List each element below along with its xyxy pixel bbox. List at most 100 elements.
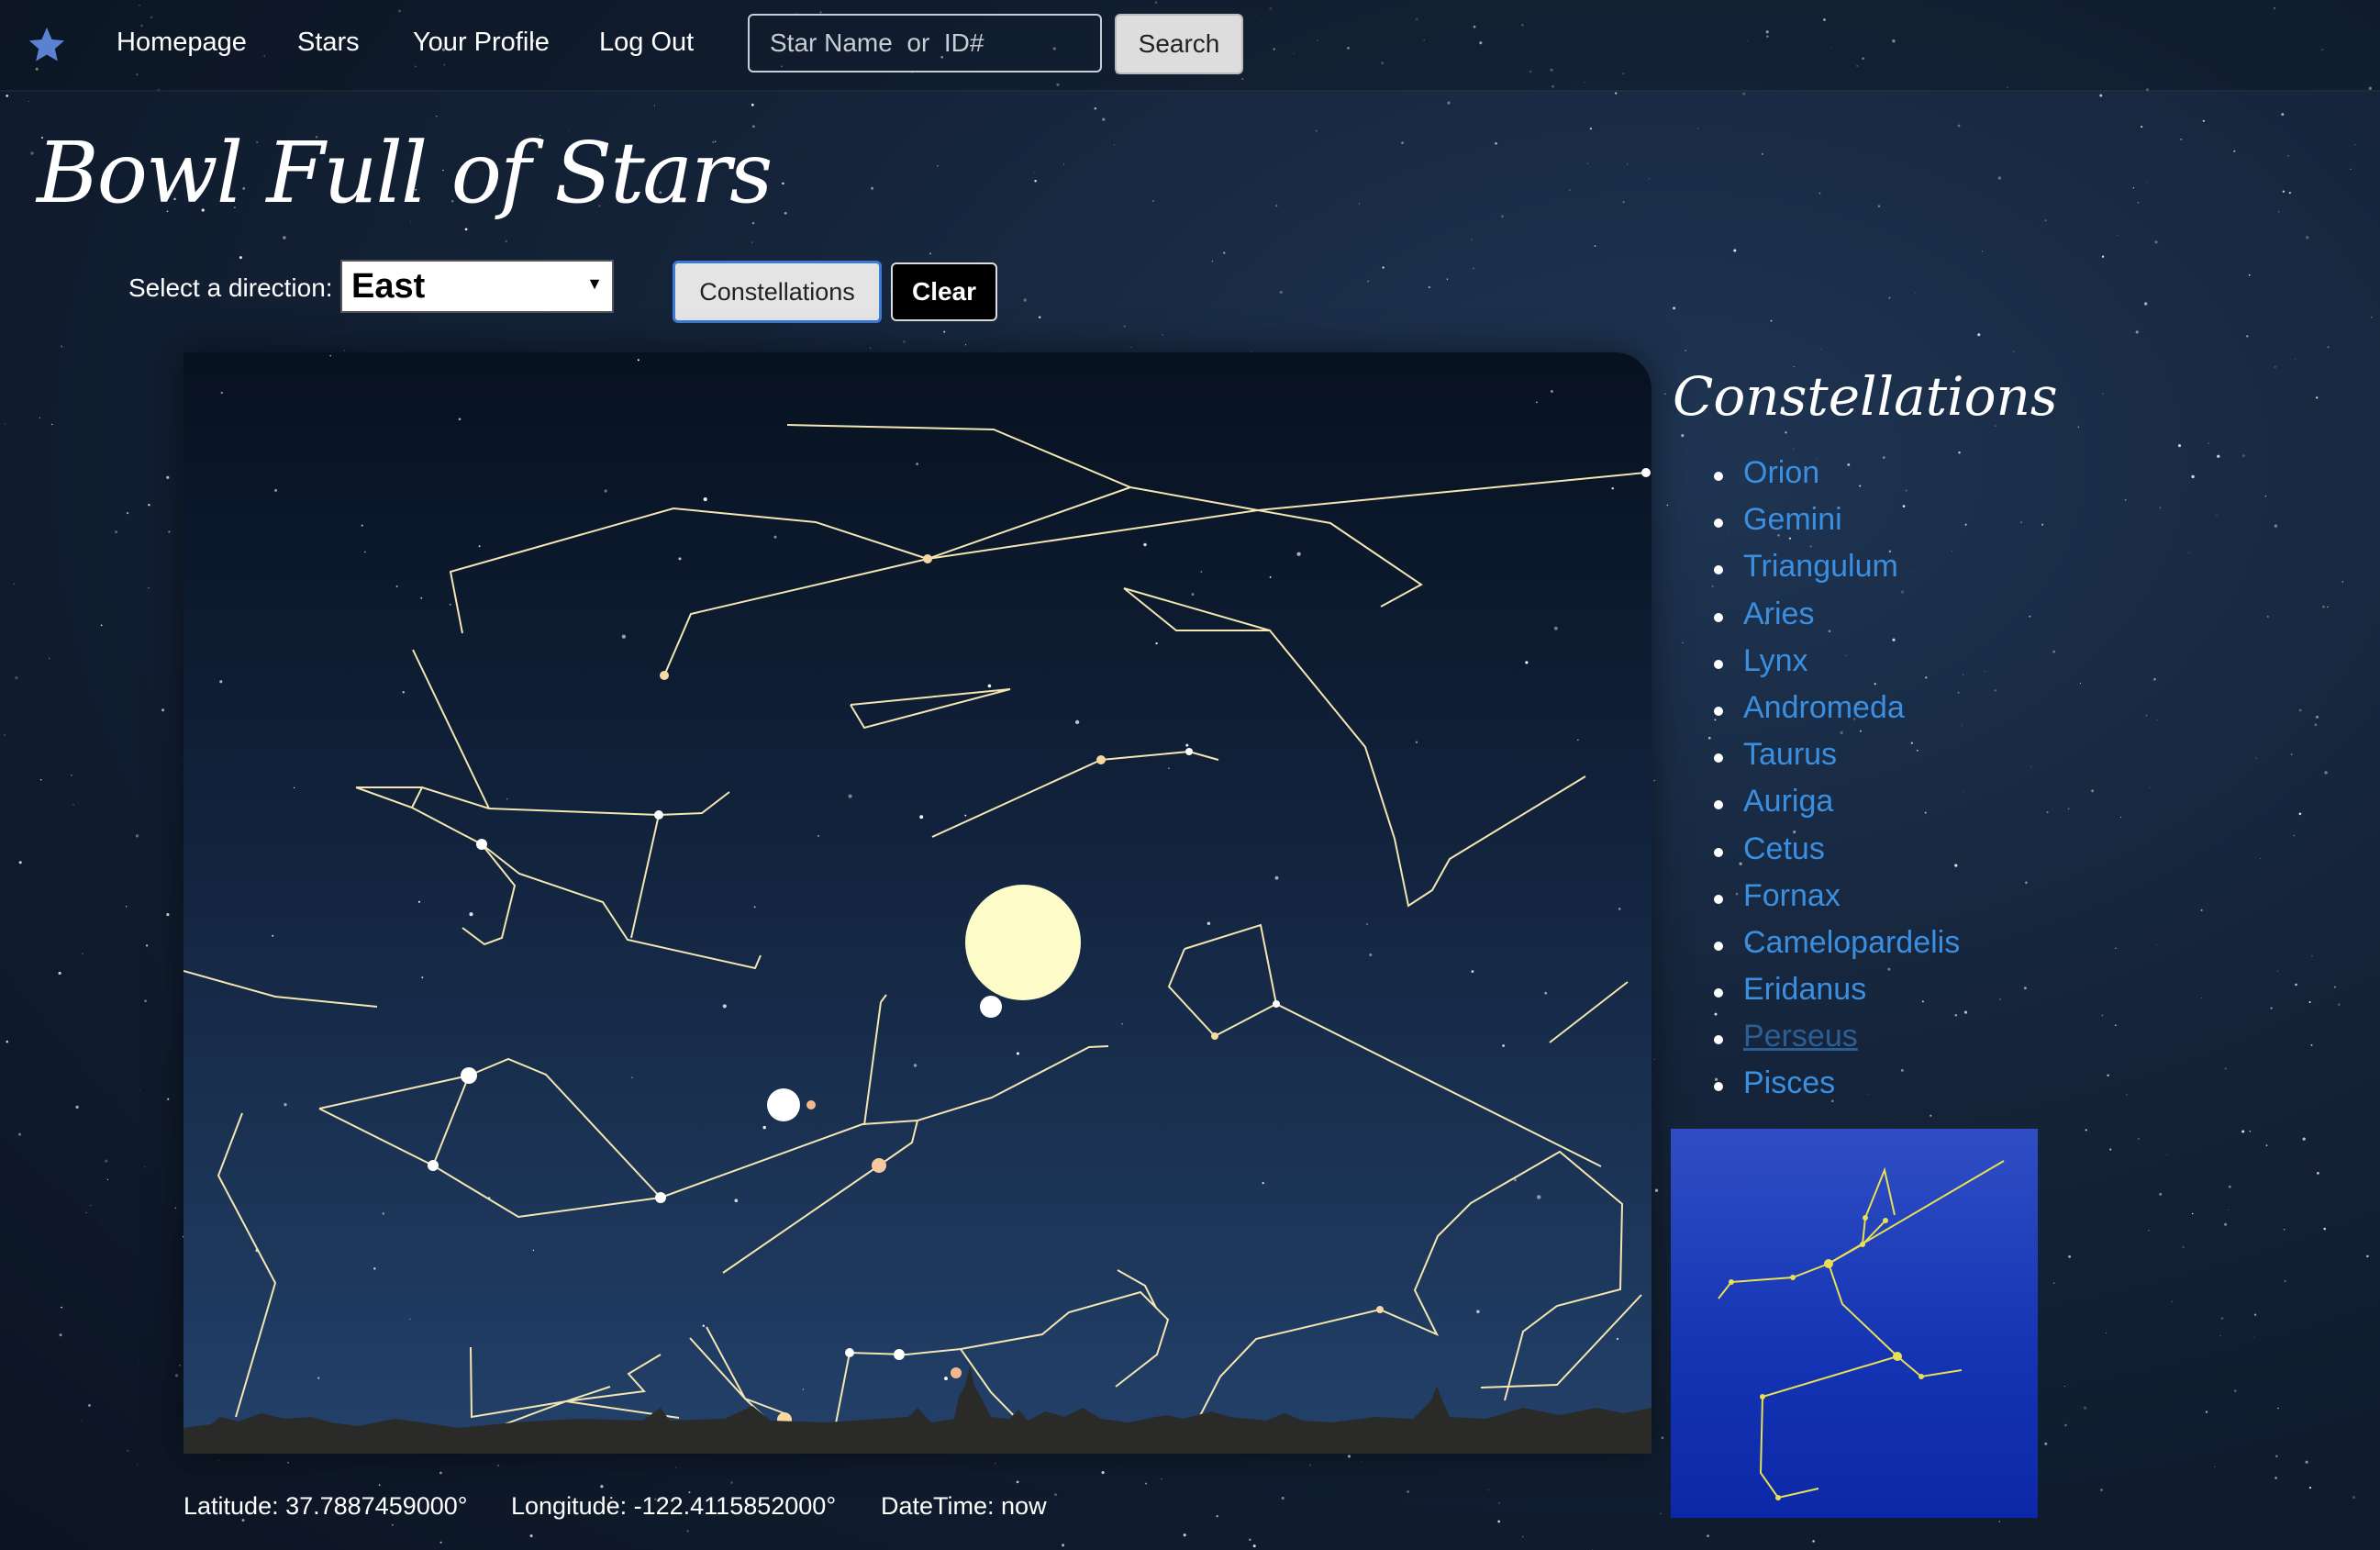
navbar: Homepage Stars Your Profile Log Out Sear… [0,0,2380,92]
background-star [166,913,170,917]
background-star [1664,393,1666,396]
background-star [2249,1130,2252,1132]
background-star [2099,94,2103,97]
planet-marker[interactable] [980,996,1002,1018]
background-star [1054,1493,1057,1497]
constellation-link-auriga[interactable]: Auriga [1707,784,1960,831]
background-star [51,423,53,426]
background-star [179,1365,181,1366]
constellation-link-taurus[interactable]: Taurus [1707,737,1960,784]
constellations-button[interactable]: Constellations [673,261,882,323]
background-star [144,1166,146,1168]
constellation-link-gemini[interactable]: Gemini [1707,502,1960,549]
sky-star [1471,970,1474,973]
sky-star [773,535,777,539]
sky-star [1550,390,1553,393]
constellation-link-camelopardelis[interactable]: Camelopardelis [1707,925,1960,972]
background-star [174,1374,179,1377]
background-star [2068,808,2070,809]
sky-star [274,488,278,492]
background-star [2293,834,2296,837]
search-button[interactable]: Search [1115,14,1243,74]
direction-select[interactable]: East ▼ [340,260,614,313]
sky-star [1415,741,1418,743]
sky-view[interactable] [184,352,1652,1454]
sky-star [604,489,607,493]
sky-map[interactable] [184,352,1652,1454]
background-star [1594,245,1596,247]
background-star [2064,1423,2067,1427]
sky-star [916,463,919,466]
background-star [2135,330,2139,334]
background-star [137,1465,139,1466]
sky-star [734,1199,739,1203]
background-star [2166,1154,2167,1155]
constellation-link-aries[interactable]: Aries [1707,597,1960,643]
background-star [2159,1192,2163,1196]
background-star [1447,101,1451,105]
nav-link-stars[interactable]: Stars [297,28,360,58]
background-star [2141,126,2143,128]
background-star [1998,1521,2000,1522]
background-star [1569,189,1571,191]
background-star [2216,514,2218,516]
sky-star [1016,1052,1019,1055]
background-star [2177,444,2182,448]
background-star [1497,1520,1501,1523]
moon[interactable] [965,885,1081,1000]
nav-link-homepage[interactable]: Homepage [117,28,247,58]
background-star [1681,433,1685,438]
background-star [439,1471,442,1475]
sky-star [219,680,223,684]
constellation-link-perseus[interactable]: Perseus [1707,1019,1960,1065]
background-star [782,182,784,185]
background-star [82,953,83,954]
background-star [1130,346,1132,349]
background-star [2317,1172,2319,1175]
background-star [675,1466,677,1468]
sky-star [753,906,756,909]
background-star [1501,215,1504,218]
background-star [1428,285,1430,289]
background-star [2327,606,2329,608]
background-star [943,330,946,333]
constellation-link-fornax[interactable]: Fornax [1707,878,1960,925]
nav-link-your-profile[interactable]: Your Profile [413,28,550,58]
constellation-link-triangulum[interactable]: Triangulum [1707,549,1960,596]
background-star [2187,552,2189,553]
clear-button[interactable]: Clear [891,262,997,321]
background-star [1742,92,1746,95]
background-star [1401,141,1404,144]
background-star [1994,689,1996,692]
sky-star [272,934,274,937]
star-search-input[interactable] [748,14,1102,72]
constellation-link-orion[interactable]: Orion [1707,455,1960,502]
sky-star [373,1267,376,1270]
nav-link-log-out[interactable]: Log Out [599,28,694,58]
background-star [2278,211,2280,213]
background-star [1626,163,1628,165]
background-star [13,583,15,585]
background-star [2145,714,2148,717]
background-star [126,906,128,908]
background-star [105,1159,108,1163]
constellation-link-lynx[interactable]: Lynx [1707,643,1960,690]
background-star [2321,605,2325,608]
constellation-link-pisces[interactable]: Pisces [1707,1065,1960,1112]
constellation-link-andromeda[interactable]: Andromeda [1707,690,1960,737]
page-title: Bowl Full of Stars [37,124,773,222]
sky-star [1476,1310,1480,1313]
direction-value: East [351,267,426,306]
background-star [2314,723,2318,727]
planet-marker[interactable] [767,1088,800,1121]
background-star [2214,1466,2216,1467]
sky-star [317,1377,320,1379]
constellation-link-cetus[interactable]: Cetus [1707,831,1960,878]
star-icon[interactable] [26,24,68,66]
sky-star [382,1212,384,1215]
background-star [343,350,345,351]
background-star [2333,986,2336,988]
background-star [181,762,182,764]
sky-star [469,912,473,917]
constellation-link-eridanus[interactable]: Eridanus [1707,972,1960,1019]
